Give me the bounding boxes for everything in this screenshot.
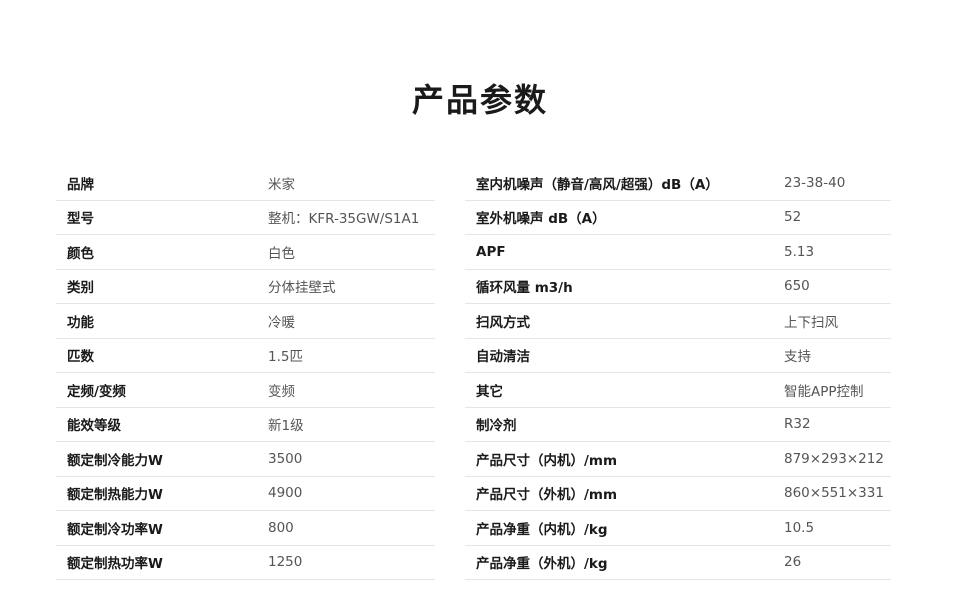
param-row: 产品尺寸（外机）/mm 860×551×331 — [465, 477, 891, 511]
param-value: 23-38-40 — [784, 174, 846, 191]
param-key: 型号 — [67, 211, 94, 228]
param-value: 52 — [784, 209, 802, 226]
param-value: 4900 — [268, 485, 303, 502]
param-key: 室内机噪声（静音/高风/超强）dB（A） — [476, 176, 719, 193]
param-key: 额定制热功率W — [67, 556, 163, 573]
param-row: 产品尺寸（内机）/mm 879×293×212 — [465, 442, 891, 477]
param-value: 整机：KFR-35GW/S1A1 — [268, 211, 420, 228]
param-row: 室内机噪声（静音/高风/超强）dB（A） 23-38-40 — [465, 166, 891, 201]
param-value: 860×551×331 — [784, 485, 884, 502]
param-row: 自动清洁 支持 — [465, 339, 891, 373]
param-row: 制冷剂 R32 — [465, 408, 891, 442]
param-row: 额定制冷能力W 3500 — [56, 442, 435, 477]
param-value: 879×293×212 — [784, 450, 884, 467]
param-row: 循环风量 m3/h 650 — [465, 270, 891, 304]
param-value: R32 — [784, 416, 811, 433]
param-row: 能效等级 新1级 — [56, 408, 435, 442]
param-key: 自动清洁 — [476, 349, 530, 366]
param-key: 类别 — [67, 280, 94, 297]
param-row: 匹数 1.5匹 — [56, 339, 435, 373]
param-key: 额定制热能力W — [67, 487, 163, 504]
param-key: 能效等级 — [67, 418, 121, 435]
param-row: 品牌 米家 — [56, 166, 435, 201]
param-key: 其它 — [476, 383, 503, 400]
param-value: 分体挂壁式 — [268, 280, 336, 297]
param-value: 650 — [784, 278, 810, 295]
param-value: 26 — [784, 554, 802, 571]
param-row: 类别 分体挂壁式 — [56, 270, 435, 304]
param-key: 匹数 — [67, 349, 94, 366]
param-row: 室外机噪声 dB（A） 52 — [465, 201, 891, 235]
param-row: 额定制热功率W 1250 — [56, 546, 435, 580]
param-value: 1.5匹 — [268, 349, 303, 366]
param-value: 变频 — [268, 383, 295, 400]
param-row: 颜色 白色 — [56, 235, 435, 270]
param-value: 白色 — [268, 245, 295, 262]
param-row: 定频/变频 变频 — [56, 373, 435, 408]
param-value: 5.13 — [784, 243, 815, 260]
param-key: APF — [476, 243, 506, 260]
param-row: 型号 整机：KFR-35GW/S1A1 — [56, 201, 435, 235]
param-key: 循环风量 m3/h — [476, 280, 573, 297]
param-row: APF 5.13 — [465, 235, 891, 270]
param-key: 品牌 — [67, 176, 94, 193]
param-key: 产品净重（外机）/kg — [476, 556, 608, 573]
param-value: 冷暖 — [268, 314, 295, 331]
param-row: 产品净重（外机）/kg 26 — [465, 546, 891, 580]
param-row: 其它 智能APP控制 — [465, 373, 891, 408]
param-value: 3500 — [268, 450, 303, 467]
param-row: 扫风方式 上下扫风 — [465, 304, 891, 339]
param-key: 扫风方式 — [476, 314, 530, 331]
param-value: 新1级 — [268, 418, 304, 435]
param-key: 产品净重（内机）/kg — [476, 521, 608, 538]
param-key: 定频/变频 — [67, 383, 126, 400]
left-param-table: 品牌 米家 型号 整机：KFR-35GW/S1A1 颜色 白色 类别 分体挂壁式 功能 冷… — [56, 166, 435, 580]
param-row: 功能 冷暖 — [56, 304, 435, 339]
param-value: 800 — [268, 519, 294, 536]
param-row: 产品净重（内机）/kg 10.5 — [465, 511, 891, 546]
param-row: 额定制冷功率W 800 — [56, 511, 435, 546]
param-key: 功能 — [67, 314, 94, 331]
param-key: 产品尺寸（内机）/mm — [476, 452, 618, 469]
param-value: 1250 — [268, 554, 303, 571]
right-param-table: 室内机噪声（静音/高风/超强）dB（A） 23-38-40 室外机噪声 dB（A）… — [465, 166, 891, 580]
param-key: 额定制冷能力W — [67, 452, 163, 469]
param-key: 产品尺寸（外机）/mm — [476, 487, 618, 504]
param-value: 支持 — [784, 349, 811, 366]
param-key: 额定制冷功率W — [67, 521, 163, 538]
param-value: 米家 — [268, 176, 295, 193]
param-value: 10.5 — [784, 519, 815, 536]
param-value: 上下扫风 — [784, 314, 838, 331]
param-value: 智能APP控制 — [784, 383, 864, 400]
page-title: 产品参数 — [411, 81, 548, 119]
param-key: 制冷剂 — [476, 418, 517, 435]
param-key: 颜色 — [67, 245, 94, 262]
param-key: 室外机噪声 dB（A） — [476, 211, 606, 228]
param-row: 额定制热能力W 4900 — [56, 477, 435, 511]
